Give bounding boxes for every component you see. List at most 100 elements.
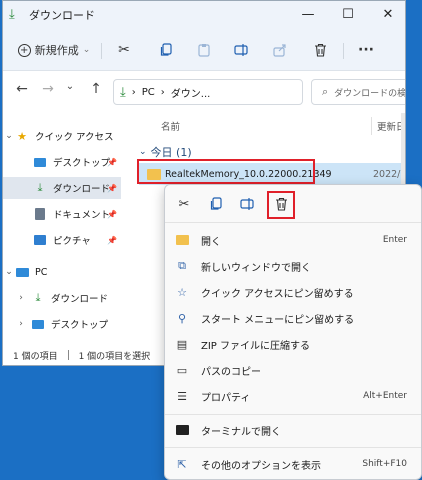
search-field[interactable]: ⌕ ダウンロードの検索 [311, 79, 406, 105]
rename-button[interactable] [237, 193, 259, 215]
paste-button[interactable] [191, 39, 217, 61]
picture-icon [33, 234, 47, 246]
menu-item-label: プロパティ [201, 392, 251, 404]
up-button[interactable]: ↑ [85, 81, 107, 101]
menu-item-label: その他のオプションを表示 [201, 460, 321, 472]
address-field[interactable]: ⤓ › PC › ダウン... [113, 79, 303, 105]
column-header-name[interactable]: 名前 [161, 119, 180, 133]
sidebar-item-quick-access[interactable]: ⌄ ★ クイック アクセス [3, 125, 121, 147]
scissors-icon: ✂ [118, 42, 130, 58]
download-icon: ⤓ [37, 181, 43, 194]
minimize-button[interactable]: — [289, 1, 327, 27]
chevron-down-icon: ⌄ [82, 45, 91, 55]
forward-button[interactable]: → [37, 81, 59, 101]
document-icon [33, 208, 47, 220]
menu-item-label: スタート メニューにピン留めする [201, 314, 355, 326]
close-button[interactable]: ✕ [369, 1, 405, 27]
menu-item-label: ターミナルで開く [201, 426, 281, 438]
menu-item-copy-path[interactable]: ▭ パスのコピー [165, 357, 421, 383]
menu-item-label: クイック アクセスにピン留めする [201, 288, 354, 300]
menu-item-label: パスのコピー [201, 366, 261, 378]
pin-icon: ⚲ [177, 311, 187, 325]
sidebar-item-pictures[interactable]: ピクチャ 📌 [3, 229, 121, 251]
back-button[interactable]: ← [11, 81, 33, 101]
menu-item-label: ZIP ファイルに圧縮する [201, 340, 311, 352]
breadcrumb-separator: › [131, 86, 136, 98]
copy-button[interactable] [153, 39, 179, 61]
status-divider [67, 350, 69, 360]
desktop-icon [31, 318, 45, 330]
toolbar-divider [343, 43, 344, 59]
pin-icon: 📌 [107, 209, 117, 219]
arrow-right-icon: → [42, 81, 54, 97]
desktop-icon [33, 156, 47, 168]
chevron-down-icon: ⌄ [5, 131, 13, 141]
star-icon: ★ [17, 129, 27, 143]
sidebar-item-pc[interactable]: ⌄ PC [3, 261, 121, 283]
search-icon: ⌕ [322, 85, 329, 98]
menu-item-shortcut: Shift+F10 [362, 459, 407, 469]
chevron-down-icon: ⌄ [139, 147, 147, 157]
selection-count: 1 個の項目を選択 [78, 351, 151, 362]
terminal-icon [175, 423, 189, 437]
search-placeholder: ダウンロードの検索 [334, 88, 406, 99]
recent-locations-button[interactable]: ⌄ [59, 81, 81, 101]
menu-item-pin-quick-access[interactable]: ☆ クイック アクセスにピン留めする [165, 279, 421, 305]
chevron-right-icon: › [19, 319, 23, 329]
delete-highlight-box [267, 191, 295, 219]
star-icon: ☆ [177, 285, 187, 299]
menu-item-properties[interactable]: ☰ プロパティ Alt+Enter [165, 383, 421, 409]
group-header-today[interactable]: ⌄ 今日 (1) [139, 144, 192, 160]
share-button[interactable] [267, 39, 293, 61]
zip-icon: ▤ [176, 337, 188, 351]
sidebar-item-label: クイック アクセス [35, 132, 114, 143]
menu-item-shortcut: Alt+Enter [363, 391, 407, 401]
pin-icon: 📌 [107, 183, 117, 193]
cut-button[interactable]: ✂ [173, 193, 195, 215]
plus-icon: + [17, 43, 31, 57]
breadcrumb-pc[interactable]: PC [142, 87, 155, 98]
copy-icon [210, 197, 222, 210]
menu-item-open[interactable]: 開く Enter [165, 227, 421, 253]
menu-divider [165, 447, 421, 448]
sidebar-item-label: デスクトップ [51, 320, 109, 331]
sidebar-item-pc-downloads[interactable]: › ⤓ ダウンロード [3, 287, 121, 309]
sidebar-item-pc-desktop[interactable]: › デスクトップ [3, 313, 121, 335]
column-divider [371, 117, 372, 135]
address-bar-row: ← → ⌄ ↑ ⤓ › PC › ダウン... ⌕ ダウンロードの検索 [3, 71, 406, 111]
menu-item-pin-start[interactable]: ⚲ スタート メニューにピン留めする [165, 305, 421, 331]
sidebar-item-label: ドキュメント [53, 210, 111, 221]
menu-item-open-new-window[interactable]: ⧉ 新しいウィンドウで開く [165, 253, 421, 279]
sidebar-item-documents[interactable]: ドキュメント 📌 [3, 203, 121, 225]
menu-item-open-terminal[interactable]: ターミナルで開く [165, 417, 421, 443]
breadcrumb-separator: › [160, 86, 165, 98]
window-title: ダウンロード [29, 9, 95, 22]
maximize-button[interactable]: ☐ [329, 1, 367, 27]
toolbar-divider [101, 43, 102, 59]
paste-icon [198, 44, 210, 57]
copy-path-icon: ▭ [176, 363, 188, 377]
folder-icon [175, 233, 189, 247]
trash-icon [314, 43, 326, 57]
delete-button[interactable] [307, 39, 333, 61]
more-options-button[interactable]: ··· [353, 39, 379, 61]
menu-item-compress-zip[interactable]: ▤ ZIP ファイルに圧縮する [165, 331, 421, 357]
rename-button[interactable] [229, 39, 255, 61]
new-button[interactable]: + 新規作成 ⌄ [17, 39, 91, 61]
context-menu-quick-actions: ✂ [165, 185, 421, 223]
breadcrumb-folder[interactable]: ダウン... [171, 85, 211, 100]
copy-button[interactable] [205, 193, 227, 215]
sidebar-item-downloads[interactable]: ⤓ ダウンロード 📌 [3, 177, 121, 199]
sidebar-item-label: ピクチャ [53, 236, 91, 247]
more-options-icon: ⇱ [177, 457, 187, 471]
sidebar-item-label: ダウンロード [53, 184, 111, 195]
cut-button[interactable]: ✂ [111, 39, 137, 61]
properties-icon: ☰ [177, 389, 187, 403]
chevron-down-icon: ⌄ [5, 267, 13, 277]
command-bar: + 新規作成 ⌄ ✂ ··· [3, 29, 405, 71]
menu-item-more-options[interactable]: ⇱ その他のオプションを表示 Shift+F10 [165, 451, 421, 477]
rename-icon [240, 198, 254, 210]
navigation-pane: ⌄ ★ クイック アクセス デスクトップ 📌 ⤓ ダウンロード 📌 ドキュメント… [3, 113, 123, 343]
sidebar-item-desktop[interactable]: デスクトップ 📌 [3, 151, 121, 173]
download-icon: ⤓ [120, 84, 126, 100]
